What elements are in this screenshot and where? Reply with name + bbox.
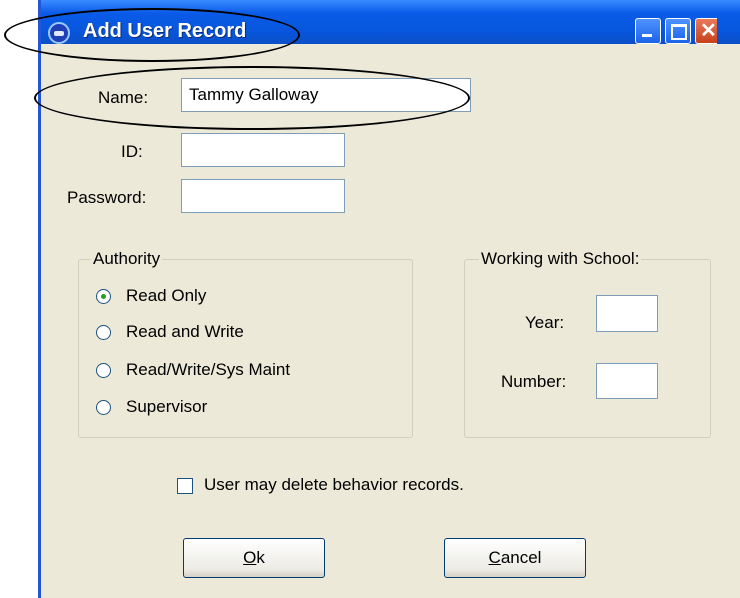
radio-button[interactable] (96, 289, 111, 304)
cancel-button[interactable]: Cancel (444, 538, 586, 578)
delete-behavior-records-label[interactable]: User may delete behavior records. (204, 475, 464, 495)
add-user-dialog: Add User Record ✕ Name: Tammy Galloway I… (38, 0, 740, 598)
radio-button[interactable] (96, 325, 111, 340)
minimize-button[interactable] (635, 18, 661, 44)
cancel-label-rest: ancel (500, 548, 542, 567)
radio-label[interactable]: Read Only (126, 286, 206, 306)
ok-button[interactable]: Ok (183, 538, 325, 578)
year-field[interactable] (596, 295, 658, 332)
maximize-button[interactable] (665, 18, 691, 44)
school-group: Working with School: Year: Number: (464, 249, 711, 438)
name-field[interactable]: Tammy Galloway (181, 78, 471, 112)
radio-button[interactable] (96, 400, 111, 415)
ok-label-rest: k (256, 548, 265, 567)
delete-behavior-records-checkbox[interactable] (177, 478, 193, 494)
close-button[interactable]: ✕ (695, 18, 717, 44)
title-bar[interactable]: Add User Record ✕ (41, 0, 740, 44)
radio-button[interactable] (96, 363, 111, 378)
name-label: Name: (98, 88, 149, 107)
id-field[interactable] (181, 133, 345, 167)
password-field[interactable] (181, 179, 345, 213)
radio-label[interactable]: Supervisor (126, 397, 207, 417)
year-label: Year: (525, 313, 565, 332)
number-field[interactable] (596, 363, 658, 399)
radio-label[interactable]: Read/Write/Sys Maint (126, 360, 290, 380)
number-label: Number: (501, 372, 567, 391)
window-title: Add User Record (83, 20, 247, 42)
school-legend: Working with School: (479, 249, 642, 269)
ok-mnemonic: O (243, 548, 257, 567)
app-icon (48, 22, 70, 44)
cancel-mnemonic: C (488, 548, 501, 567)
close-icon: ✕ (700, 20, 717, 42)
password-label: Password: (67, 188, 147, 207)
radio-label[interactable]: Read and Write (126, 322, 244, 342)
authority-group: Authority Read Only Read and Write Read/… (78, 249, 413, 438)
authority-legend: Authority (91, 249, 163, 269)
id-label: ID: (121, 142, 143, 161)
